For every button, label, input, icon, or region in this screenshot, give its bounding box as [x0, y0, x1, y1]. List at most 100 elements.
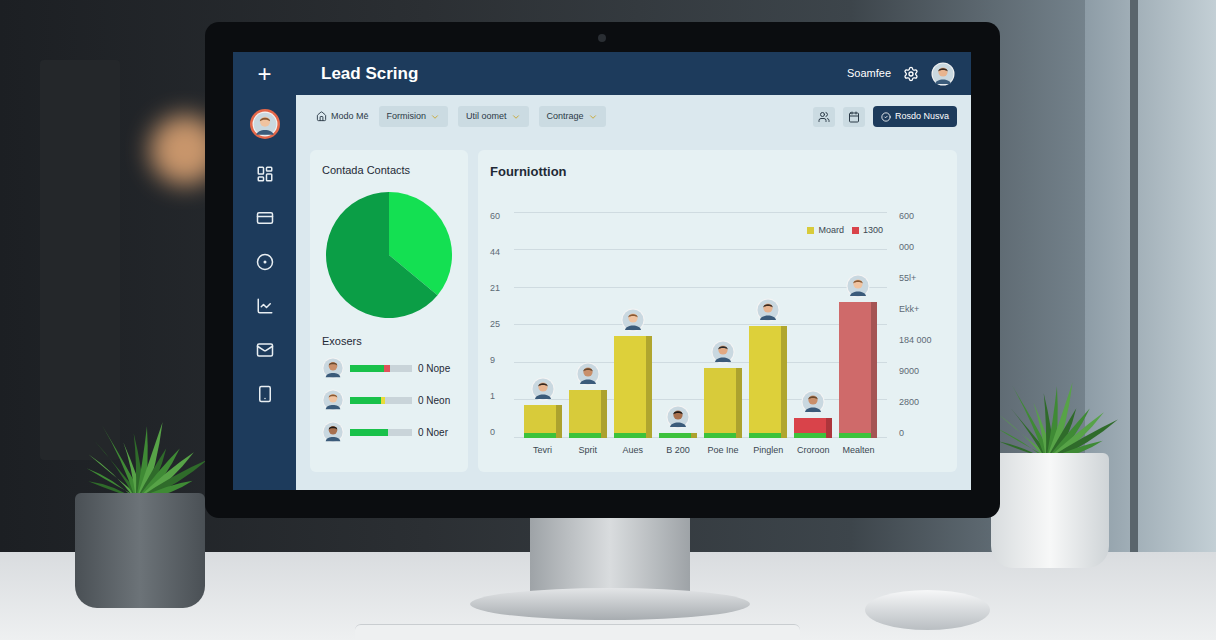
bar-avatar-icon: [756, 298, 780, 322]
bar-base: [659, 433, 691, 438]
bar[interactable]: [524, 405, 562, 437]
filter-dropdown[interactable]: Util oomet: [458, 106, 529, 128]
bar[interactable]: [704, 368, 742, 438]
y2-tick: 184 000: [899, 336, 945, 345]
bar-column: [520, 377, 565, 437]
sidebar-item-icon[interactable]: [256, 385, 274, 403]
bar-side: [601, 390, 607, 437]
score-track: [350, 365, 412, 372]
bar-base: [569, 433, 601, 438]
bar-base: [524, 433, 556, 438]
plot-area: Moard1300: [514, 212, 887, 438]
filter-dropdown[interactable]: Contrage: [539, 106, 606, 128]
bar-avatar-icon: [576, 362, 600, 386]
chevron-icon: [430, 112, 440, 122]
sidebar-avatar[interactable]: [250, 109, 280, 139]
x-axis: TevriSpritAuesB 200Poe InePinglenCroroon…: [490, 444, 945, 458]
chevron-icon: [511, 112, 521, 122]
x-axis-spacer: [490, 444, 514, 458]
contact-row[interactable]: 0 Neon: [322, 389, 456, 411]
pie-slice[interactable]: [326, 192, 438, 318]
home-icon: [316, 111, 327, 122]
left-pot: [75, 493, 205, 608]
bar-column: [655, 405, 700, 438]
y2-tick: 0: [899, 429, 945, 438]
y2-tick: Ekk+: [899, 305, 945, 314]
section-label: Exosers: [322, 333, 456, 350]
bar-base: [614, 433, 646, 438]
y-tick: 9: [490, 356, 514, 365]
sidebar-item-icon[interactable]: [256, 297, 274, 315]
bar-front: [524, 405, 556, 437]
sidebar-item-icon[interactable]: [256, 341, 274, 359]
score-track: [350, 429, 412, 436]
y-tick: 60: [490, 212, 514, 221]
y-tick: 0: [490, 428, 514, 437]
user-name[interactable]: Soamfee: [847, 65, 891, 82]
score-fill: [350, 365, 384, 372]
header-actions: Soamfee: [847, 62, 971, 86]
bar[interactable]: [659, 433, 697, 438]
users-button[interactable]: [813, 107, 835, 127]
contact-row[interactable]: 0 Nope: [322, 357, 456, 379]
pie-chart: [325, 191, 453, 319]
calendar-icon: [848, 111, 860, 123]
legend-swatch: [852, 227, 859, 234]
bar-side: [736, 368, 742, 438]
filter-dropdown[interactable]: Formision: [379, 106, 449, 128]
bar-side: [781, 326, 787, 437]
bar-front: [569, 390, 601, 437]
bar[interactable]: [614, 336, 652, 438]
bar[interactable]: [794, 418, 832, 437]
bars: [514, 212, 887, 438]
contacts-card: Contada Contacts Exosers 0 Nope 0 Neon 0 Noe…: [310, 150, 468, 472]
right-pot: [991, 453, 1109, 568]
grid-line: [514, 287, 887, 288]
bar-base: [704, 433, 736, 438]
bar-avatar-icon: [711, 340, 735, 364]
y-tick: 25: [490, 320, 514, 329]
bar[interactable]: [569, 390, 607, 437]
action-button[interactable]: Rosdo Nusva: [873, 106, 957, 128]
add-button[interactable]: +: [233, 62, 296, 86]
shelf: [40, 60, 120, 460]
bar-side: [691, 433, 697, 438]
bar[interactable]: [839, 302, 877, 438]
chart-plot-row: 60442125910Moard130060000055l+Ekk+184 00…: [490, 212, 945, 438]
contact-avatar-icon: [322, 421, 344, 443]
score-track: [350, 397, 412, 404]
y2-tick: 600: [899, 212, 945, 221]
y-axis: 60442125910: [490, 212, 514, 438]
bar-avatar-icon: [801, 390, 825, 414]
bar-avatar-icon: [531, 377, 555, 401]
bar[interactable]: [749, 326, 787, 437]
mouse[interactable]: [865, 590, 990, 630]
bar-column: [565, 362, 610, 437]
y2-tick: 9000: [899, 367, 945, 376]
grid-line: [514, 249, 887, 250]
home-crumb[interactable]: Modo Mē: [310, 110, 369, 124]
bar-base: [794, 433, 826, 438]
sidebar-item-icon[interactable]: [256, 253, 274, 271]
card-title: Contada Contacts: [322, 162, 456, 179]
chevron-icon: [588, 112, 598, 122]
contact-row[interactable]: 0 Noer: [322, 421, 456, 443]
sidebar-item-icon[interactable]: [256, 209, 274, 227]
x-axis-spacer: [887, 444, 945, 458]
grid-line: [514, 362, 887, 363]
left-plant: [55, 385, 225, 608]
screen: +Lead ScringSoamfeeModo MēFormisionUtil …: [233, 52, 971, 490]
x-tick: Tevri: [520, 444, 565, 458]
calendar-button[interactable]: [843, 107, 865, 127]
users-icon: [818, 111, 830, 123]
y-tick: 1: [490, 392, 514, 401]
bar-side: [871, 302, 877, 438]
sidebar-item-icon[interactable]: [256, 165, 274, 183]
toolbar-actions: Rosdo Nusva: [813, 106, 957, 128]
gear-icon[interactable]: [903, 66, 919, 82]
x-tick: Poe Ine: [701, 444, 746, 458]
bar-avatar-icon: [621, 308, 645, 332]
keyboard[interactable]: [355, 624, 800, 640]
legend-item: Moard: [807, 224, 844, 238]
x-tick: Aues: [610, 444, 655, 458]
